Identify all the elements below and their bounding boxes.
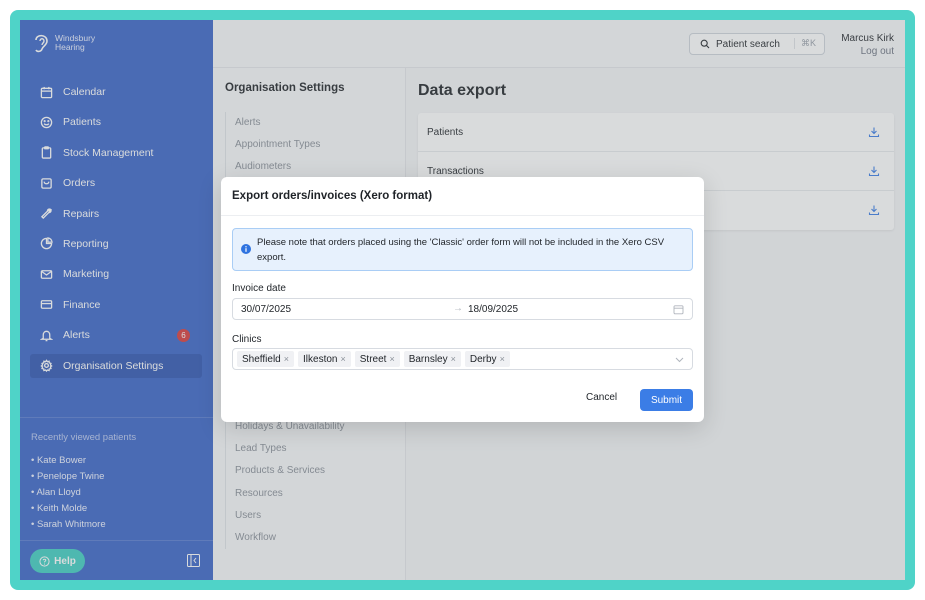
clinic-tag: Street × <box>354 351 400 367</box>
calendar-icon <box>673 305 684 315</box>
invoice-date-label: Invoice date <box>232 283 286 294</box>
clinic-tag-label: Barnsley <box>408 353 448 365</box>
modal-divider <box>221 215 704 216</box>
submit-button[interactable]: Submit <box>640 389 693 411</box>
remove-tag-icon[interactable]: × <box>451 354 456 364</box>
date-start-input[interactable]: 30/07/2025 <box>241 304 291 315</box>
clinic-tag-label: Derby <box>469 353 497 365</box>
remove-tag-icon[interactable]: × <box>284 354 289 364</box>
info-notice: Please note that orders placed using the… <box>232 228 693 271</box>
remove-tag-icon[interactable]: × <box>500 354 505 364</box>
cancel-button[interactable]: Cancel <box>586 392 617 403</box>
clinic-tag: Ilkeston × <box>298 351 351 367</box>
date-end-input[interactable]: 18/09/2025 <box>468 304 518 315</box>
clinic-tag-label: Street <box>359 353 387 365</box>
export-modal: Export orders/invoices (Xero format) Ple… <box>221 177 704 422</box>
date-range-arrow: → <box>453 303 463 314</box>
clinic-tag-label: Sheffield <box>242 353 281 365</box>
clinics-label: Clinics <box>232 334 262 345</box>
remove-tag-icon[interactable]: × <box>340 354 345 364</box>
clinic-tag: Sheffield × <box>237 351 295 367</box>
clinics-multiselect[interactable]: Sheffield × Ilkeston × Street × Barnsley × D… <box>232 348 693 370</box>
modal-title: Export orders/invoices (Xero format) <box>232 190 433 202</box>
info-notice-text: Please note that orders placed using the… <box>257 237 665 263</box>
invoice-date-range-picker[interactable]: 30/07/2025 → 18/09/2025 <box>232 298 693 320</box>
clinic-tag: Barnsley × <box>403 351 461 367</box>
app-window: Windsbury Hearing Calendar Patients Stoc… <box>20 20 905 580</box>
clinic-tag: Derby × <box>464 351 510 367</box>
remove-tag-icon[interactable]: × <box>389 354 394 364</box>
info-icon <box>241 244 251 254</box>
clinic-tag-label: Ilkeston <box>303 353 338 365</box>
chevron-down-icon[interactable] <box>675 355 684 364</box>
